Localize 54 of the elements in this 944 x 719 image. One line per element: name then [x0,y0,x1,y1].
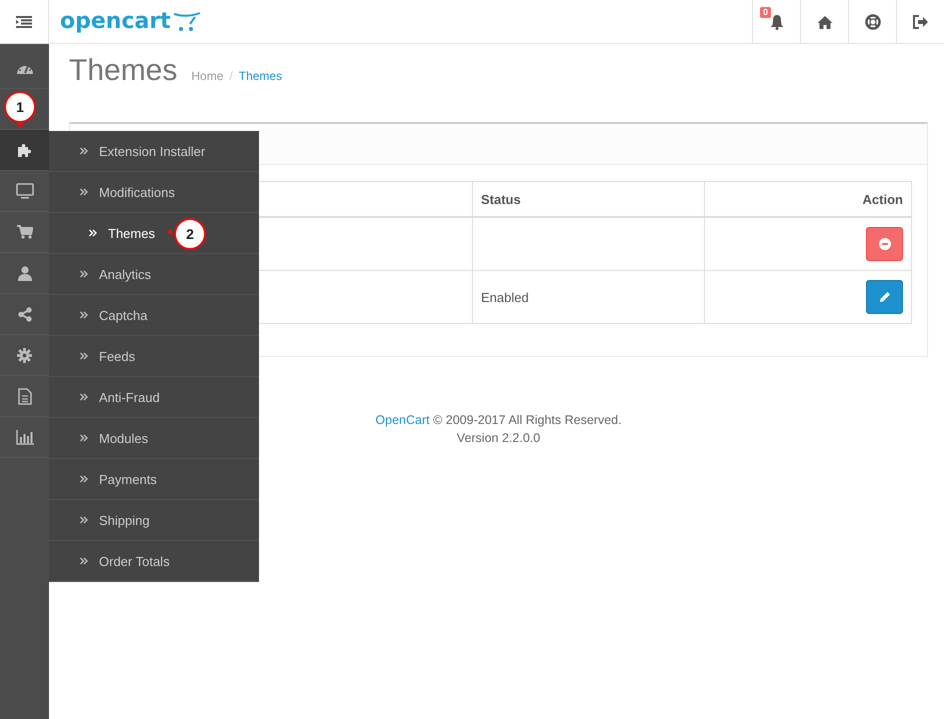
edit-button[interactable] [866,280,903,314]
bell-icon [768,14,784,30]
document-icon [18,388,32,404]
menu-item[interactable]: Shipping [49,500,259,541]
page-title: Themes [69,54,178,88]
uninstall-button[interactable] [866,227,903,261]
double-chevron-icon [80,393,88,401]
lifebuoy-icon [864,14,880,30]
menu-item[interactable]: Analytics [49,254,259,295]
menu-item[interactable]: Modules [49,418,259,459]
share-icon [18,306,32,322]
double-chevron-icon [80,311,88,319]
double-chevron-icon [80,434,88,442]
sidebar-item[interactable] [0,130,49,171]
double-chevron-icon [80,188,88,196]
menu-item[interactable]: Order Totals [49,541,259,582]
logo-text: opencart [60,9,171,34]
menu-icon [16,16,32,28]
cart-icon [16,225,32,239]
home-icon [816,14,832,28]
column-header: Action [704,182,912,217]
table-cell: Enabled [472,270,704,324]
double-chevron-icon [80,147,88,155]
puzzle-icon [16,142,32,158]
double-chevron-icon [80,352,88,360]
menu-item[interactable]: Anti-Fraud [49,377,259,418]
double-chevron-icon [80,475,88,483]
user-icon [18,266,32,280]
opencart-link[interactable]: OpenCart [375,413,430,427]
version-text: Version 2.2.0.0 [456,431,540,445]
bar-chart-icon [16,430,34,444]
menu-item[interactable]: Payments [49,459,259,500]
monitor-icon [16,183,34,199]
double-chevron-icon [80,557,88,565]
menu-item[interactable]: Captcha [49,295,259,336]
notification-count: 0 [760,7,772,18]
dashboard-icon [16,61,34,75]
callout-pointer [167,228,172,236]
double-chevron-icon [80,516,88,524]
menu-item[interactable]: Feeds [49,336,259,377]
pencil-icon [878,291,890,303]
minus-circle-icon [878,238,890,250]
callout-pointer [16,123,24,128]
breadcrumb-separator: / [229,69,233,83]
breadcrumb-link[interactable]: Themes [238,69,282,83]
double-chevron-icon [80,270,88,278]
column-header: Status [472,182,704,217]
gear-icon [17,348,32,362]
copyright-text: OpenCart © 2009-2017 All Rights Reserved. [375,413,622,427]
double-chevron-icon [89,229,97,237]
cart-logo-icon [172,12,201,32]
menu-item[interactable]: Extension Installer [49,131,259,172]
sign-out-icon [912,14,928,28]
menu-item[interactable]: Modifications [49,172,259,213]
